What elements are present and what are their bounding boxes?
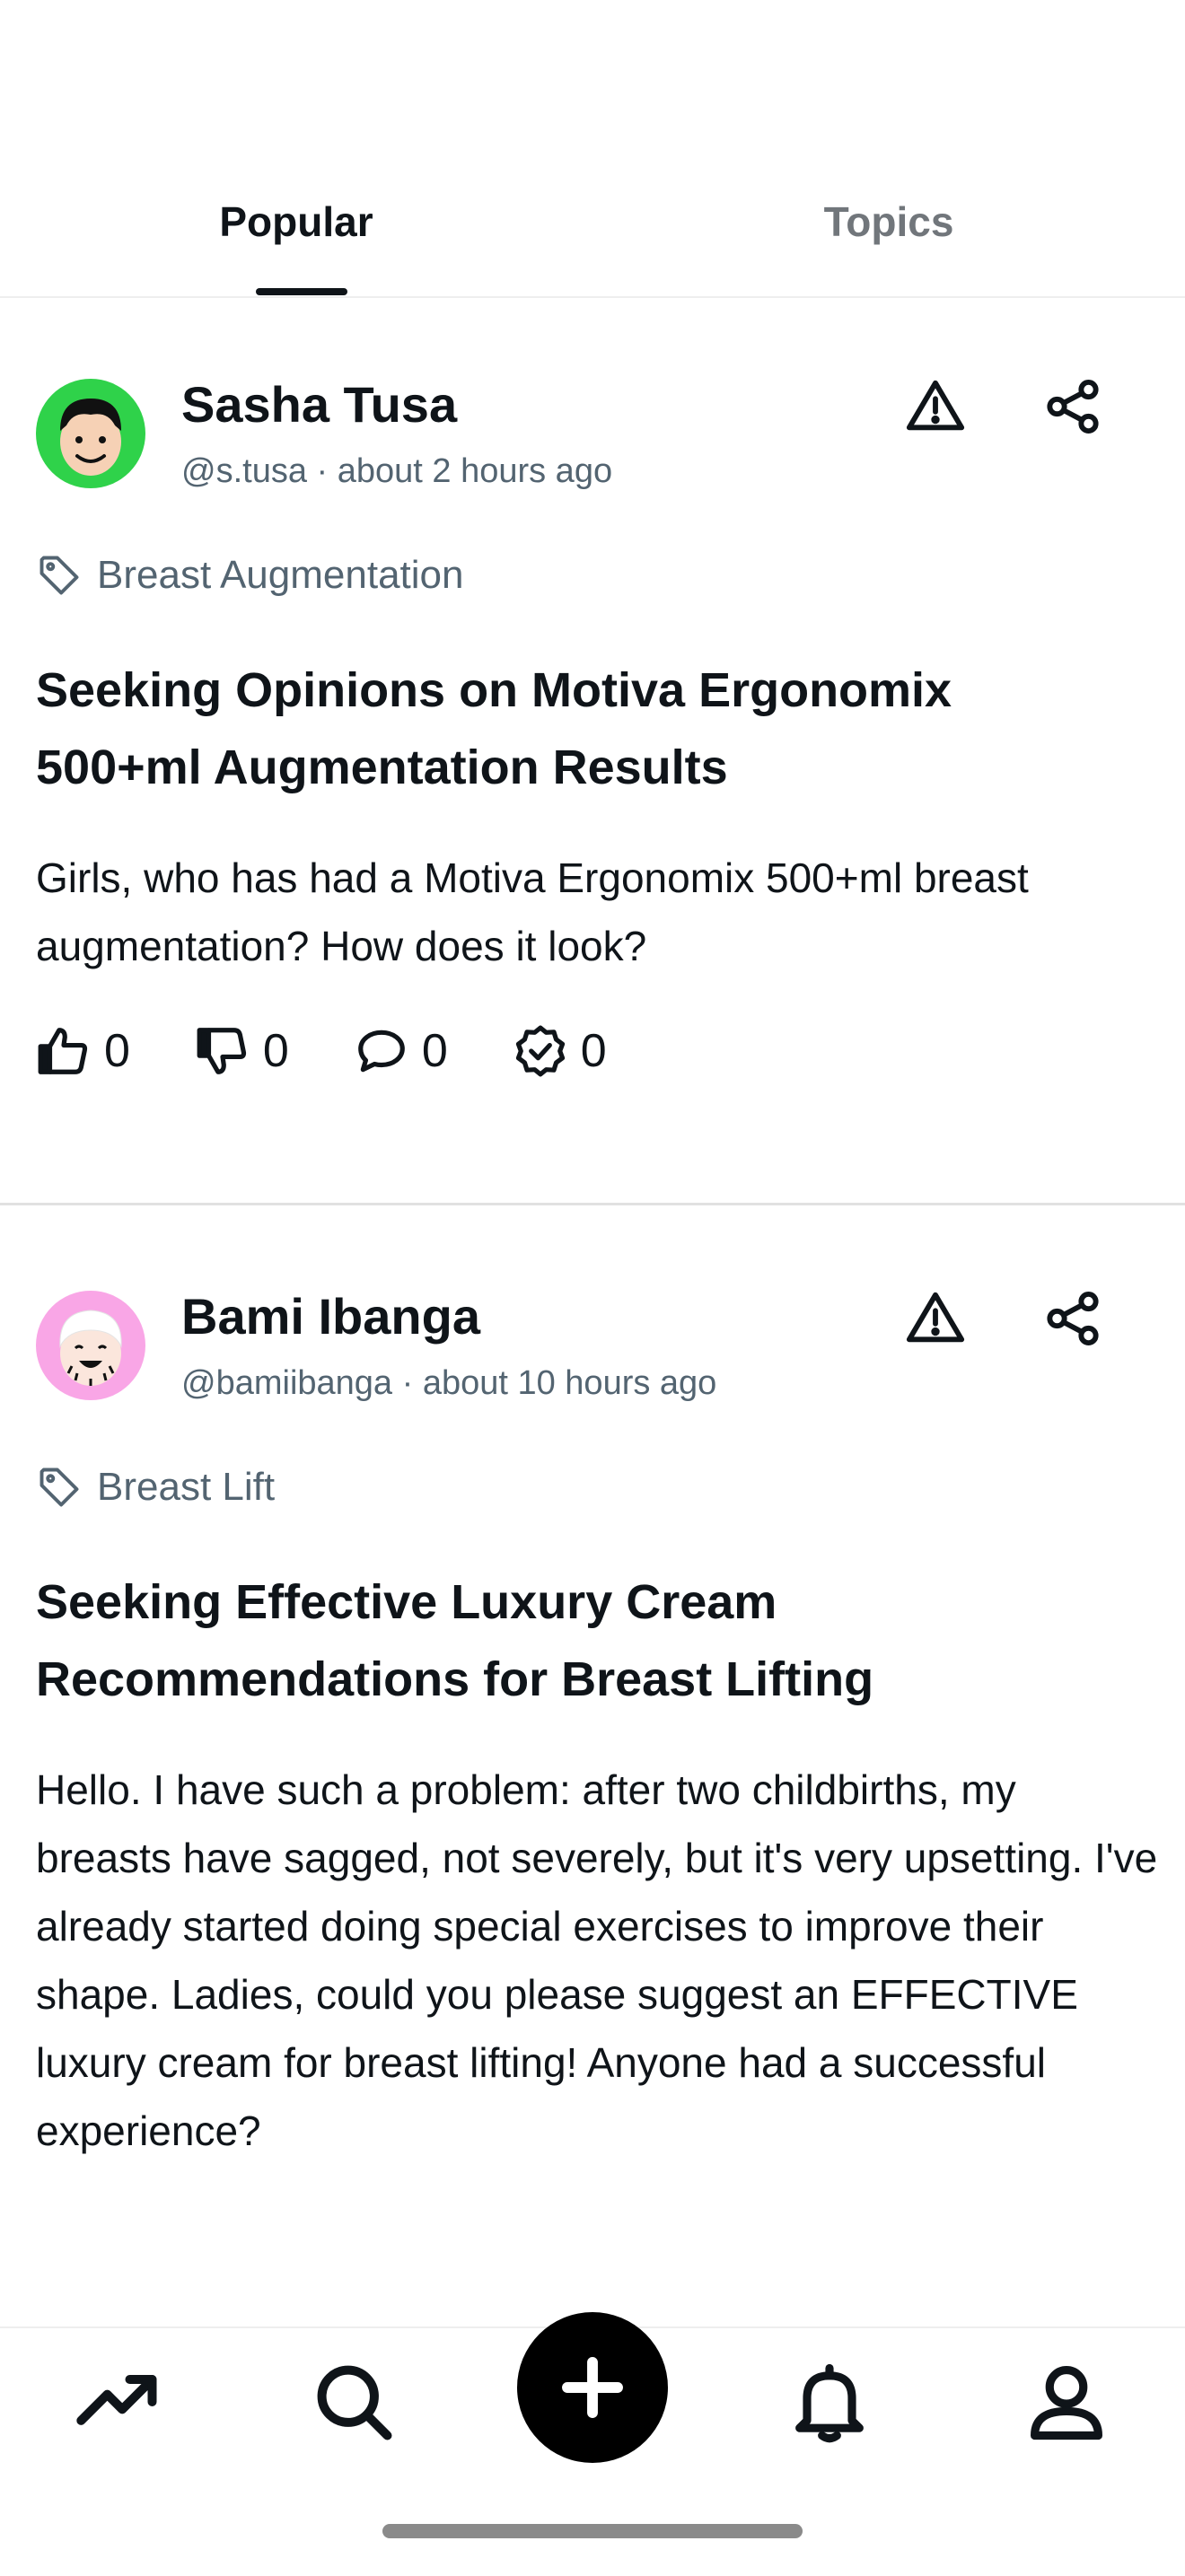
create-post-button[interactable] xyxy=(517,2312,668,2463)
author-name[interactable]: Sasha Tusa xyxy=(181,375,457,434)
tag-label: Breast Augmentation xyxy=(97,553,464,597)
post-stats: 0 0 0 0 xyxy=(36,1023,672,1079)
tab-popular[interactable]: Popular xyxy=(0,197,592,246)
trending-icon[interactable] xyxy=(74,2357,163,2447)
like-button[interactable]: 0 xyxy=(36,1023,130,1079)
bell-icon[interactable] xyxy=(785,2357,874,2447)
author-name[interactable]: Bami Ibanga xyxy=(181,1287,480,1345)
comment-icon xyxy=(358,1030,405,1073)
share-icon[interactable] xyxy=(1041,1287,1104,1350)
post-title[interactable]: Seeking Effective Luxury Cream Recommend… xyxy=(36,1564,1113,1718)
post-body[interactable]: Girls, who has had a Motiva Ergonomix 50… xyxy=(36,844,1158,980)
dislike-count: 0 xyxy=(262,1025,289,1077)
post-meta: @bamiibanga · about 10 hours ago xyxy=(181,1364,717,1402)
verified-badge-icon xyxy=(515,1025,565,1077)
thumbs-down-icon xyxy=(197,1028,246,1074)
post-tag[interactable]: Breast Augmentation xyxy=(36,548,463,602)
avatar-face-icon xyxy=(36,379,145,488)
like-count: 0 xyxy=(104,1025,130,1077)
comment-count: 0 xyxy=(421,1025,448,1077)
active-tab-indicator xyxy=(256,288,347,295)
verified-count: 0 xyxy=(580,1025,607,1077)
plus-icon xyxy=(562,2357,623,2418)
post-body[interactable]: Hello. I have such a problem: after two … xyxy=(36,1756,1158,2165)
search-icon[interactable] xyxy=(309,2357,399,2447)
report-icon[interactable] xyxy=(904,375,967,438)
report-icon[interactable] xyxy=(904,1287,967,1350)
tag-label: Breast Lift xyxy=(97,1465,276,1509)
post-tag[interactable]: Breast Lift xyxy=(36,1460,275,1514)
profile-icon[interactable] xyxy=(1022,2357,1111,2447)
post-divider xyxy=(0,1203,1185,1205)
tab-topics[interactable]: Topics xyxy=(592,197,1185,246)
verify-button[interactable]: 0 xyxy=(513,1023,607,1079)
tag-icon xyxy=(40,556,79,595)
tag-icon xyxy=(40,1468,79,1507)
post-title[interactable]: Seeking Opinions on Motiva Ergonomix 500… xyxy=(36,652,1113,806)
dislike-button[interactable]: 0 xyxy=(195,1023,289,1079)
comment-button[interactable]: 0 xyxy=(354,1023,448,1079)
thumbs-up-icon xyxy=(38,1028,88,1074)
home-indicator[interactable] xyxy=(382,2524,803,2538)
post-meta: @s.tusa · about 2 hours ago xyxy=(181,452,613,490)
feed-tabs: Popular Topics xyxy=(0,162,1185,298)
avatar[interactable] xyxy=(36,379,145,488)
share-icon[interactable] xyxy=(1041,375,1104,438)
avatar-face-icon xyxy=(36,1291,145,1400)
avatar[interactable] xyxy=(36,1291,145,1400)
